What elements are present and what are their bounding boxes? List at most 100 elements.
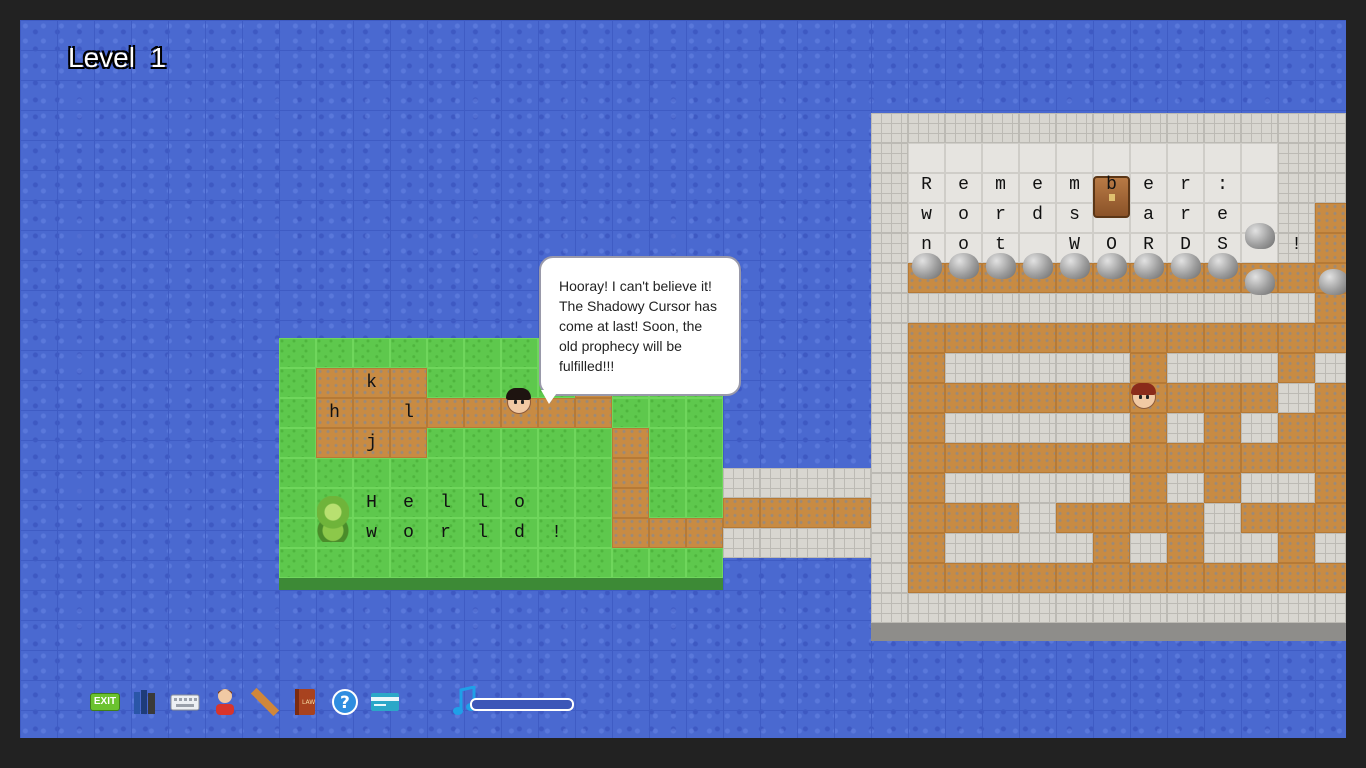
- grass-tile: [538, 428, 575, 458]
- floor-tile: [1167, 143, 1204, 173]
- stone-tile: [1241, 293, 1278, 323]
- exit-button[interactable]: EXIT: [90, 686, 120, 718]
- stone-tile: [1093, 113, 1130, 143]
- grass-tile: [279, 518, 316, 548]
- boulder: [1171, 253, 1201, 279]
- dirt-tile: [908, 563, 945, 593]
- dirt-tile: [982, 323, 1019, 353]
- dirt-tile: [1204, 413, 1241, 443]
- grass-tile: [538, 548, 575, 578]
- stone-tile: [1167, 113, 1204, 143]
- stone-tile: [1241, 593, 1278, 623]
- help-button[interactable]: ?: [330, 686, 360, 718]
- stone-tile: [871, 383, 908, 413]
- grass-tile: [575, 548, 612, 578]
- island-letter: o: [514, 493, 525, 513]
- credit-card-button[interactable]: [370, 686, 400, 718]
- island-letter: h: [329, 403, 340, 423]
- stone-tile: [1315, 593, 1346, 623]
- boulder: [1060, 253, 1090, 279]
- stone-tile: [1056, 413, 1093, 443]
- castle-letter: !: [1291, 235, 1302, 255]
- grass-tile: [279, 428, 316, 458]
- grass-tile: [501, 548, 538, 578]
- lore-book-button[interactable]: LAW: [290, 686, 320, 718]
- stone-tile: [1019, 503, 1056, 533]
- dirt-tile: [908, 443, 945, 473]
- grass-tile: [686, 458, 723, 488]
- dirt-tile: [1278, 503, 1315, 533]
- exit-icon: EXIT: [90, 693, 120, 711]
- stone-tile: [871, 413, 908, 443]
- dirt-tile: [1315, 323, 1346, 353]
- game-viewport[interactable]: Level 1 Hooray! I can't believe it! The …: [20, 20, 1346, 738]
- stone-tile: [1315, 113, 1346, 143]
- stone-tile: [982, 413, 1019, 443]
- books-button[interactable]: [130, 686, 160, 718]
- grass-tile: [612, 548, 649, 578]
- music-volume-slider[interactable]: [470, 698, 574, 711]
- boulder: [1097, 253, 1127, 279]
- dirt-tile: [1204, 473, 1241, 503]
- stone-tile: [871, 173, 908, 203]
- lore-book-icon: LAW: [295, 689, 315, 715]
- floor-tile: [1204, 143, 1241, 173]
- stone-tile: [1278, 143, 1315, 173]
- dirt-tile: [1241, 323, 1278, 353]
- castle-letter: e: [958, 175, 969, 195]
- dirt-tile: [945, 323, 982, 353]
- grass-tile: [649, 398, 686, 428]
- stone-tile: [1241, 113, 1278, 143]
- dirt-tile: [1167, 383, 1204, 413]
- island-letter: l: [477, 493, 488, 513]
- dirt-tile: [686, 518, 723, 548]
- bridge-path-tile: [797, 498, 834, 528]
- dirt-tile: [1093, 533, 1130, 563]
- stone-tile: [1278, 473, 1315, 503]
- dirt-tile: [908, 473, 945, 503]
- ruler-button[interactable]: [250, 686, 280, 718]
- stone-tile: [982, 353, 1019, 383]
- stone-tile: [1278, 383, 1315, 413]
- stone-tile: [871, 593, 908, 623]
- stone-tile: [1241, 473, 1278, 503]
- keyboard-button[interactable]: [170, 686, 200, 718]
- stone-tile: [1167, 293, 1204, 323]
- dirt-tile: [1130, 563, 1167, 593]
- bridge-stone-tile: [797, 468, 834, 498]
- stone-tile: [1167, 593, 1204, 623]
- svg-text:LAW: LAW: [302, 699, 315, 706]
- character-button[interactable]: [210, 686, 240, 718]
- boulder: [1134, 253, 1164, 279]
- stone-tile: [1315, 143, 1346, 173]
- grass-tile: [464, 458, 501, 488]
- grass-tile: [279, 368, 316, 398]
- grass-tile: [279, 398, 316, 428]
- npc-character[interactable]: [1125, 383, 1162, 413]
- bush-tree: [317, 496, 349, 542]
- dirt-tile: [982, 563, 1019, 593]
- character-icon: [216, 689, 234, 715]
- books-icon: [134, 690, 155, 714]
- dirt-tile: [945, 383, 982, 413]
- boulder: [986, 253, 1016, 279]
- grass-tile: [501, 458, 538, 488]
- dirt-tile: [1167, 563, 1204, 593]
- dirt-tile: [612, 518, 649, 548]
- grass-tile: [501, 338, 538, 368]
- dirt-tile: [1315, 233, 1346, 263]
- stone-tile: [982, 593, 1019, 623]
- floor-tile: [982, 143, 1019, 173]
- grass-tile: [649, 548, 686, 578]
- dirt-tile: [1315, 383, 1346, 413]
- grass-tile: [316, 548, 353, 578]
- dirt-tile: [612, 488, 649, 518]
- dirt-tile: [1278, 353, 1315, 383]
- grass-tile: [390, 458, 427, 488]
- grass-tile: [390, 548, 427, 578]
- castle-letter: :: [1217, 175, 1228, 195]
- grass-tile: [575, 488, 612, 518]
- stone-tile: [1315, 533, 1346, 563]
- dirt-tile: [908, 413, 945, 443]
- stone-tile: [908, 593, 945, 623]
